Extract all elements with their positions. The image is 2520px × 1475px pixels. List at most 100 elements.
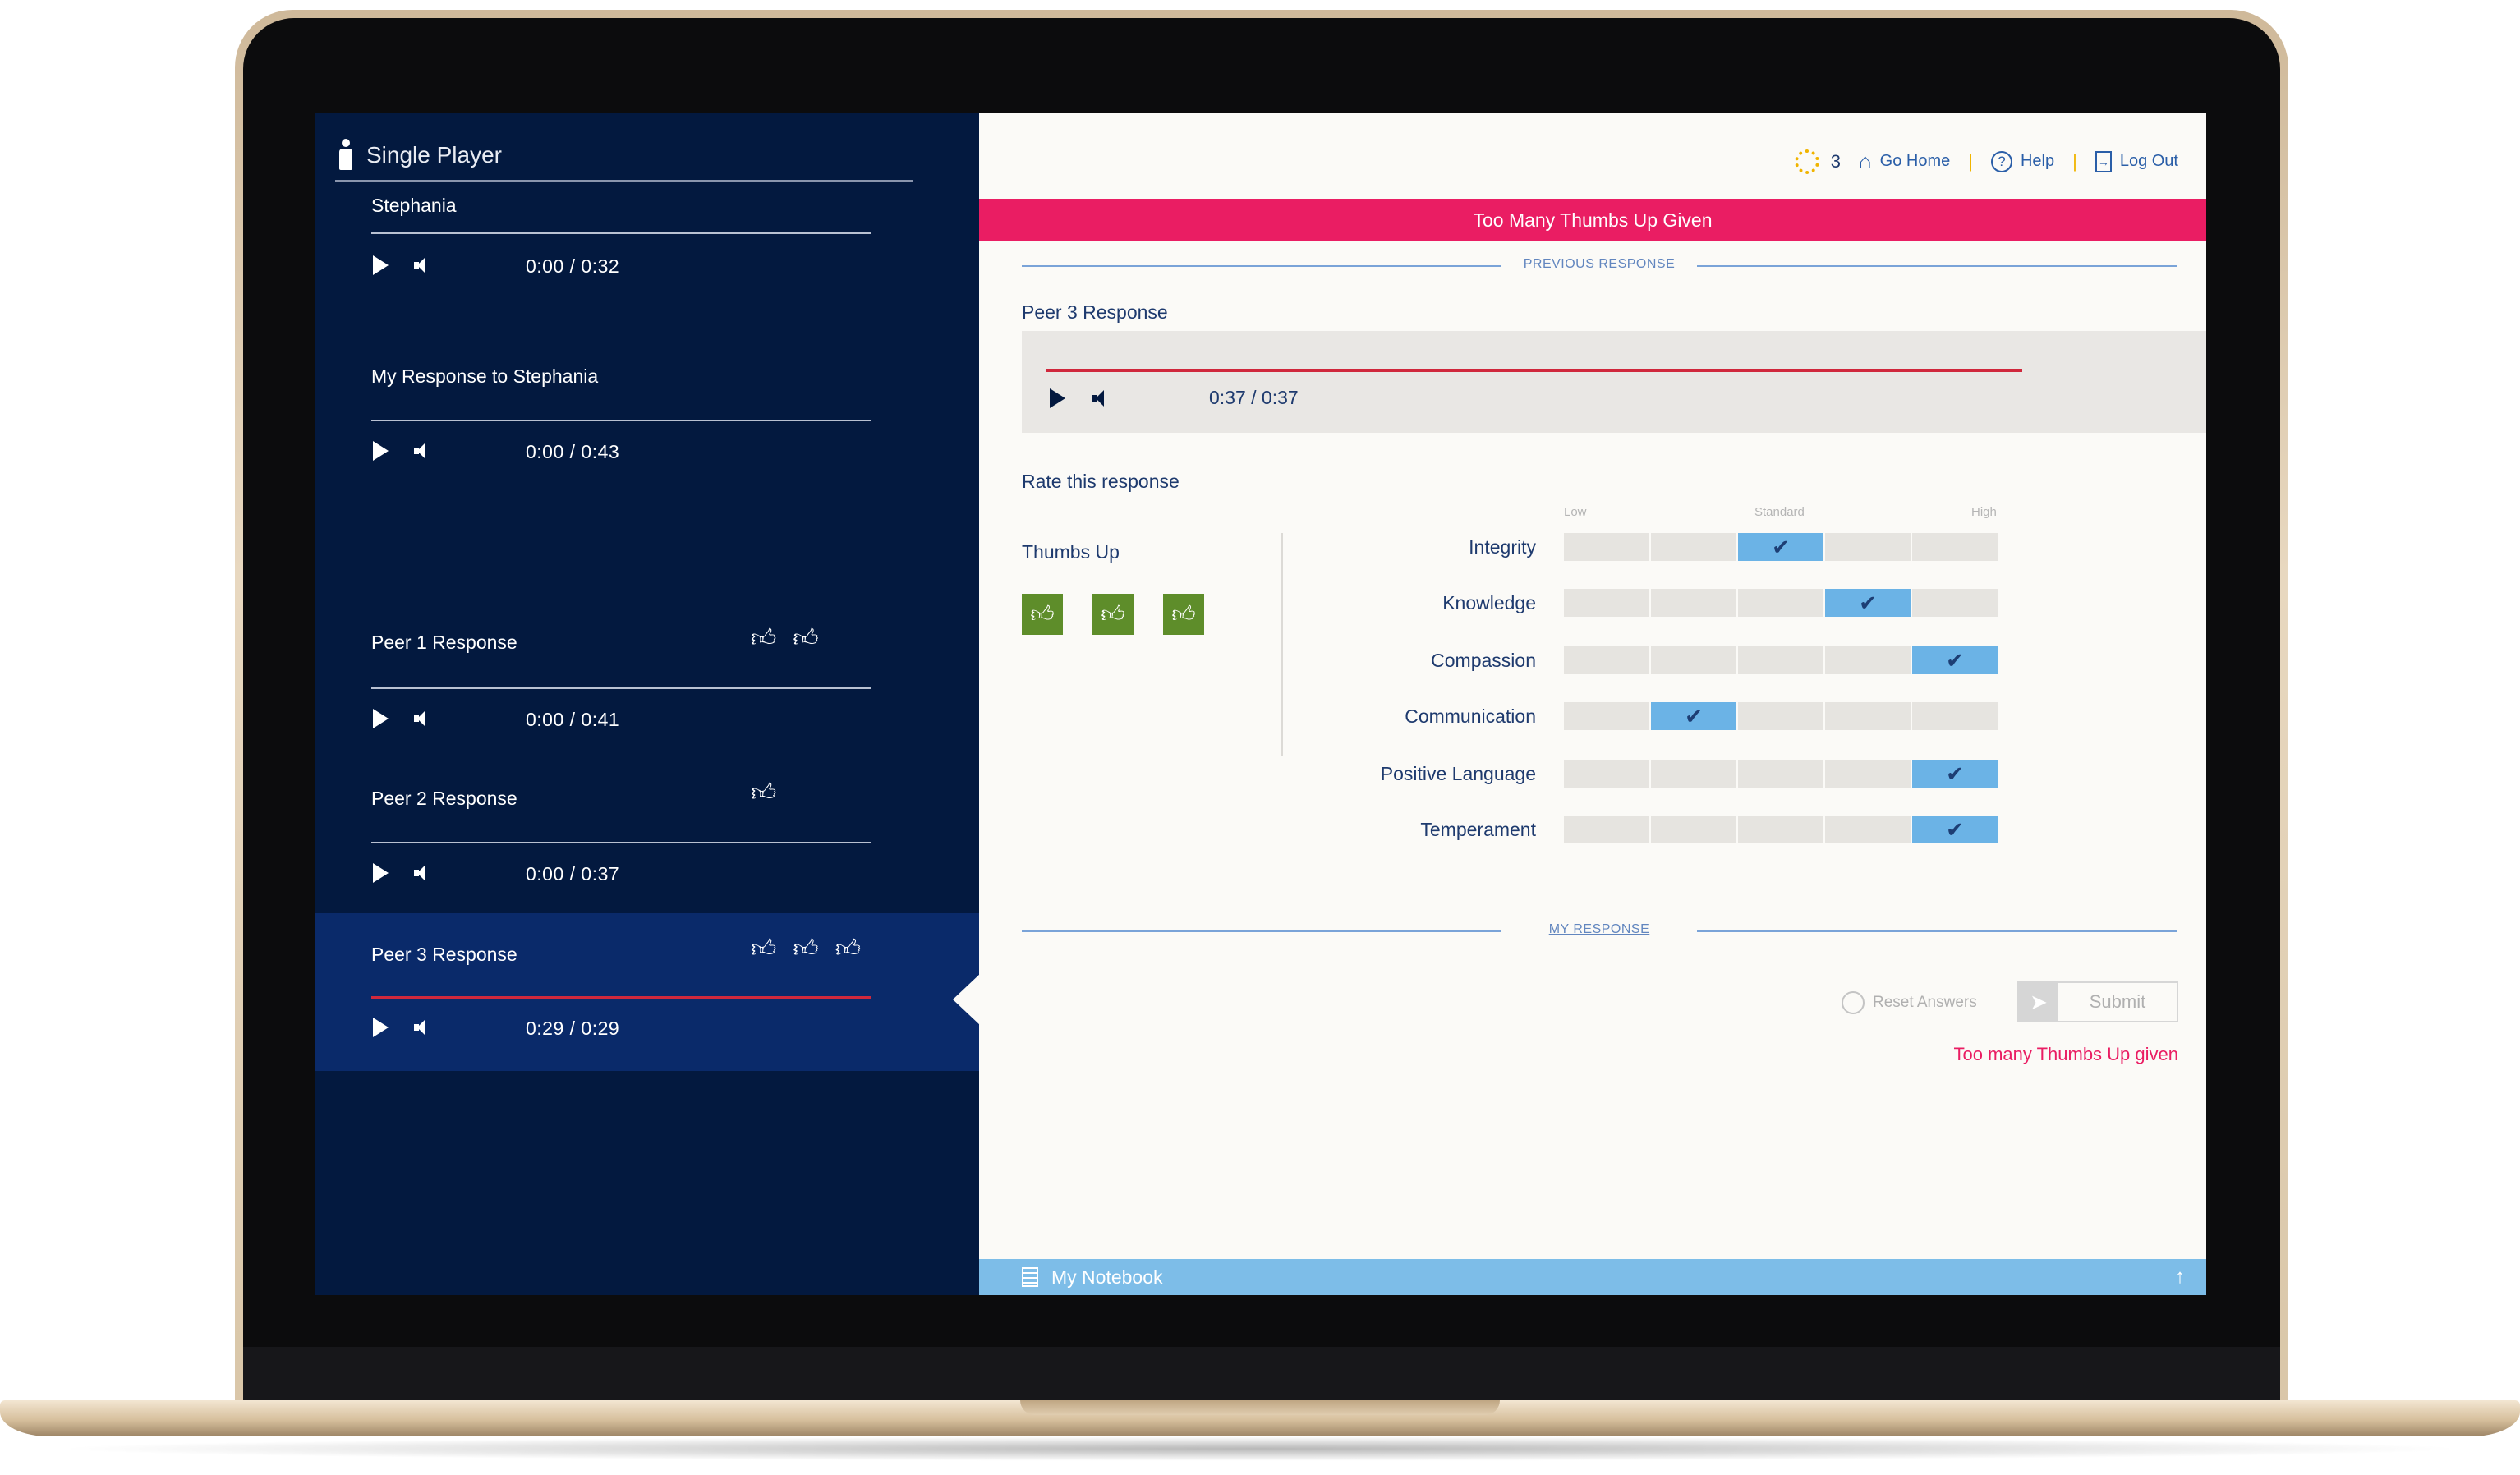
criterion-row: Integrity ✔ — [1291, 533, 1998, 561]
rating-cell[interactable] — [1738, 589, 1823, 617]
single-player-header: Single Player — [337, 139, 502, 172]
my-response-divider: MY RESPONSE — [1022, 919, 2177, 944]
track-progress[interactable] — [371, 420, 871, 421]
rating-cell[interactable] — [1564, 760, 1649, 788]
rating-cell[interactable] — [1564, 702, 1649, 730]
play-icon[interactable] — [373, 255, 389, 275]
help-link[interactable]: ? Help — [1990, 150, 2054, 172]
rating-cell[interactable] — [1651, 816, 1736, 843]
arrow-up-icon[interactable]: ↑ — [2175, 1266, 2185, 1289]
help-icon: ? — [1990, 150, 2012, 172]
notebook-icon — [1022, 1267, 1038, 1287]
points-count: 3 — [1830, 150, 1841, 172]
volume-icon[interactable] — [414, 257, 427, 273]
rating-cell[interactable] — [1651, 760, 1736, 788]
thumbs-up-outline-icon: 👍︎ — [835, 935, 862, 963]
rating-cell[interactable] — [1564, 816, 1649, 843]
previous-response-divider: PREVIOUS RESPONSE — [1022, 254, 2177, 278]
audio-progress-bar[interactable] — [1046, 369, 2022, 372]
reset-answers-button[interactable]: Reset Answers — [1842, 991, 1977, 1014]
thumbs-up-button[interactable]: 👍︎ — [1022, 594, 1063, 635]
volume-icon[interactable] — [414, 1019, 427, 1036]
go-home-link[interactable]: ⌂ Go Home — [1859, 149, 1950, 174]
thumbs-up-button[interactable]: 👍︎ — [1163, 594, 1204, 635]
play-icon[interactable] — [373, 441, 389, 461]
header-divider — [335, 180, 913, 182]
go-home-label: Go Home — [1879, 152, 1951, 170]
thumbs-up-indicators: 👍︎ — [751, 781, 776, 806]
previous-response-link[interactable]: PREVIOUS RESPONSE — [1022, 257, 2177, 272]
track-progress[interactable] — [371, 232, 871, 234]
rating-cell[interactable] — [1825, 702, 1911, 730]
rating-cell[interactable] — [1825, 816, 1911, 843]
criterion-name: Temperament — [1420, 819, 1536, 840]
thumbs-up-outline-icon: 👍︎ — [751, 625, 777, 652]
log-out-link[interactable]: → Log Out — [2095, 150, 2178, 172]
rating-cell[interactable] — [1912, 702, 1998, 730]
track-title: Peer 1 Response — [371, 632, 517, 653]
rating-cell[interactable] — [1738, 760, 1823, 788]
error-message: Too many Thumbs Up given — [1953, 1044, 2178, 1064]
track-title: Peer 2 Response — [371, 788, 517, 809]
rating-cell[interactable] — [1738, 646, 1823, 674]
track-progress[interactable] — [371, 842, 871, 843]
track-time: 0:29 / 0:29 — [526, 1018, 620, 1039]
section-divider — [1281, 533, 1283, 756]
volume-icon[interactable] — [414, 710, 427, 727]
rating-cell[interactable] — [1651, 646, 1736, 674]
rating-cell-selected[interactable]: ✔ — [1825, 589, 1911, 617]
volume-icon[interactable] — [414, 865, 427, 881]
rating-cell[interactable] — [1564, 533, 1649, 561]
rating-cell[interactable] — [1564, 646, 1649, 674]
person-icon — [337, 139, 355, 172]
send-icon: ➤ — [2019, 983, 2058, 1021]
my-response-link[interactable]: MY RESPONSE — [1022, 922, 2177, 937]
track-progress[interactable] — [371, 687, 871, 689]
rating-cells: ✔ — [1564, 533, 1998, 561]
play-icon[interactable] — [373, 1018, 389, 1037]
volume-icon[interactable] — [1092, 390, 1106, 407]
scale-high: High — [1971, 505, 1997, 519]
thumbs-up-button[interactable]: 👍︎ — [1092, 594, 1134, 635]
warning-banner: Too Many Thumbs Up Given — [979, 199, 2206, 241]
rating-cell[interactable] — [1825, 533, 1911, 561]
play-icon[interactable] — [373, 863, 389, 883]
rating-cell[interactable] — [1738, 702, 1823, 730]
rating-cell-selected[interactable]: ✔ — [1912, 816, 1998, 843]
volume-icon[interactable] — [414, 443, 427, 459]
track-title: Peer 3 Response — [371, 944, 517, 965]
response-panel: 3 ⌂ Go Home | ? Help | → Log Out Too Man… — [979, 113, 2206, 1295]
submit-button[interactable]: ➤ Submit — [2017, 981, 2178, 1022]
single-player-title: Single Player — [366, 142, 502, 168]
rating-cell-selected[interactable]: ✔ — [1912, 760, 1998, 788]
play-icon[interactable] — [373, 709, 389, 728]
track-time: 0:00 / 0:37 — [526, 863, 620, 885]
track-progress[interactable] — [371, 996, 871, 999]
rating-cell-selected[interactable]: ✔ — [1912, 646, 1998, 674]
criterion-name: Compassion — [1431, 650, 1536, 671]
rating-cell-selected[interactable]: ✔ — [1651, 702, 1736, 730]
rating-cell[interactable] — [1912, 533, 1998, 561]
rating-cells: ✔ — [1564, 816, 1998, 843]
thumbs-up-outline-icon: 👍︎ — [751, 935, 777, 963]
criterion-name: Knowledge — [1442, 592, 1536, 613]
rating-cell-selected[interactable]: ✔ — [1738, 533, 1823, 561]
my-notebook-bar[interactable]: My Notebook ↑ — [979, 1259, 2206, 1295]
track-time: 0:00 / 0:41 — [526, 709, 620, 730]
rating-cell[interactable] — [1825, 646, 1911, 674]
play-icon[interactable] — [1050, 388, 1065, 408]
reset-label: Reset Answers — [1873, 994, 1977, 1011]
reset-icon — [1842, 991, 1865, 1014]
thumbs-up-indicators: 👍︎ 👍︎ 👍︎ — [751, 937, 861, 962]
rating-cell[interactable] — [1738, 816, 1823, 843]
track-time: 0:00 / 0:32 — [526, 255, 620, 277]
rating-cell[interactable] — [1564, 589, 1649, 617]
rating-cell[interactable] — [1651, 533, 1736, 561]
criterion-name: Communication — [1405, 705, 1536, 727]
rating-cell[interactable] — [1825, 760, 1911, 788]
rating-cell[interactable] — [1651, 589, 1736, 617]
rating-cell[interactable] — [1912, 589, 1998, 617]
criterion-row: Knowledge ✔ — [1291, 589, 1998, 617]
track-title: My Response to Stephania — [371, 365, 599, 387]
log-out-icon: → — [2095, 150, 2112, 172]
